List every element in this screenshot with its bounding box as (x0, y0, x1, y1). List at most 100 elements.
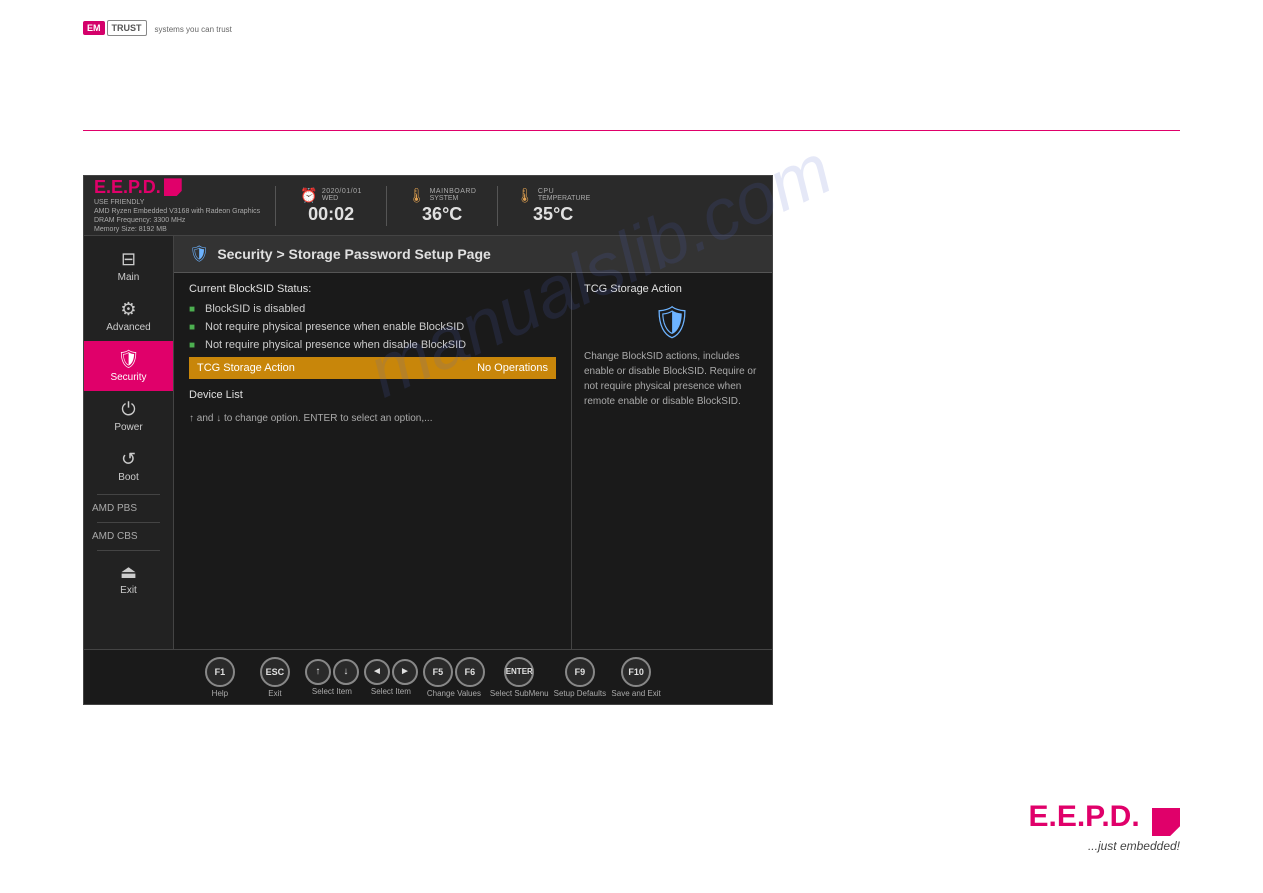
f10-label: Save and Exit (611, 689, 660, 698)
bios-subtitle: USE FRIENDLY AMD Ryzen Embedded V3168 wi… (94, 198, 260, 234)
sidebar-label-exit: Exit (120, 585, 137, 596)
sidebar-label-boot: Boot (118, 472, 139, 483)
advanced-icon: ⚙ (120, 299, 136, 320)
bottom-tagline: ...just embedded! (1028, 839, 1180, 853)
cpu-icon: 🌡 (516, 187, 534, 204)
sidebar-item-main[interactable]: ⊟ Main (84, 241, 173, 291)
sidebar-item-amd-pbs[interactable]: AMD PBS (84, 498, 173, 519)
status-item-1: ■ BlockSID is disabled (189, 303, 556, 315)
sidebar-item-power[interactable]: ⏻ Power (84, 391, 173, 441)
content-right: TCG Storage Action 🛡 Change BlockSID act… (572, 273, 772, 649)
bullet-3: ■ (189, 340, 199, 351)
sidebar-item-boot[interactable]: ↺ Boot (84, 441, 173, 491)
leftright-arrows[interactable]: ◄ ► (364, 659, 418, 685)
cpu-temp: 35°C (533, 204, 573, 225)
logo-e2: E. (111, 177, 128, 197)
sidebar-item-advanced[interactable]: ⚙ Advanced (84, 291, 173, 341)
sidebar-item-security[interactable]: 🛡 Security (84, 341, 173, 391)
exit-icon: ⏏ (120, 562, 137, 583)
logo-p: P. (128, 177, 143, 197)
updown-arrows[interactable]: ↑ ↓ (305, 659, 359, 685)
funckey-updown: ↑ ↓ Select Item (305, 659, 359, 696)
shield-icon: 🛡 (652, 303, 693, 341)
bios-content: Current BlockSID Status: ■ BlockSID is d… (174, 273, 772, 649)
down-btn[interactable]: ↓ (333, 659, 359, 685)
mainboard-block: 🌡 MAINBOARD SYSTEM 36°C (402, 187, 482, 225)
f5f6-label: Change Values (427, 689, 481, 698)
status-item-2: ■ Not require physical presence when ena… (189, 321, 556, 333)
sidebar-label-main: Main (118, 272, 140, 283)
updown-label: Select Item (312, 687, 352, 696)
clock-value: 00:02 (308, 204, 354, 225)
clock-icon: ⏰ (300, 187, 317, 204)
menu-item-tcg[interactable]: TCG Storage Action No Operations (189, 357, 556, 379)
boot-icon: ↺ (121, 449, 136, 470)
enter-btn[interactable]: ENTER (504, 657, 534, 687)
funckey-f9[interactable]: F9 Setup Defaults (554, 657, 606, 698)
bios-body: ⊟ Main ⚙ Advanced 🛡 Security ⏻ Power ↺ B… (84, 236, 772, 649)
status-item-3: ■ Not require physical presence when dis… (189, 339, 556, 351)
security-icon: 🛡 (117, 349, 140, 370)
device-list-title: Device List (189, 389, 556, 401)
sidebar-label-advanced: Advanced (106, 322, 150, 333)
f9-btn[interactable]: F9 (565, 657, 595, 687)
left-btn[interactable]: ◄ (364, 659, 390, 685)
funckey-f1[interactable]: F1 Help (195, 657, 245, 698)
topbar-sep2 (386, 186, 387, 226)
bullet-1: ■ (189, 304, 199, 315)
bullet-2: ■ (189, 322, 199, 333)
clock-block: ⏰ 2020/01/01 WED 00:02 (291, 187, 371, 225)
content-left: Current BlockSID Status: ■ BlockSID is d… (174, 273, 572, 649)
funckey-leftright: ◄ ► Select Item (364, 659, 418, 696)
sidebar-item-amd-cbs[interactable]: AMD CBS (84, 526, 173, 547)
funckey-enter[interactable]: ENTER Select SubMenu (490, 657, 549, 698)
trust-label: TRUST (107, 20, 147, 36)
bios-brand: E.E.P.D. USE FRIENDLY AMD Ryzen Embedded… (94, 177, 260, 234)
funckey-esc[interactable]: ESC Exit (250, 657, 300, 698)
em-label: EM (83, 21, 105, 35)
page-title-icon: 🛡 (189, 244, 209, 264)
bottom-logo-e: E. (1028, 800, 1056, 833)
page-title-bar: 🛡 Security > Storage Password Setup Page (174, 236, 772, 273)
bios-logo-icon (164, 178, 182, 196)
bottom-logo-e2: E. (1057, 800, 1085, 833)
section-title: Current BlockSID Status: (189, 283, 556, 295)
topbar-sep1 (275, 186, 276, 226)
sidebar-label-security: Security (110, 372, 146, 383)
status-text-3: Not require physical presence when disab… (205, 339, 466, 351)
f5-btn[interactable]: F5 (423, 657, 453, 687)
sidebar-sep1 (97, 494, 159, 495)
funckey-f10[interactable]: F10 Save and Exit (611, 657, 661, 698)
nav-hint: ↑ and ↓ to change option. ENTER to selec… (189, 411, 556, 426)
funckey-f5f6: F5 F6 Change Values (423, 657, 485, 698)
main-icon: ⊟ (121, 249, 136, 270)
bottom-logo: E.E.P.D. ...just embedded! (1028, 800, 1180, 853)
header-divider (83, 130, 1180, 131)
sidebar-item-exit[interactable]: ⏏ Exit (84, 554, 173, 604)
bios-topbar: E.E.P.D. USE FRIENDLY AMD Ryzen Embedded… (84, 176, 772, 236)
sidebar-sep3 (97, 550, 159, 551)
f10-btn[interactable]: F10 (621, 657, 651, 687)
f1-label: Help (212, 689, 228, 698)
mainboard-icon: 🌡 (408, 187, 426, 204)
leftright-label: Select Item (371, 687, 411, 696)
f9-label: Setup Defaults (554, 689, 606, 698)
tagline: systems you can trust (155, 25, 232, 34)
em-trust-logo: EM TRUST (83, 20, 147, 36)
sidebar-label-power: Power (114, 422, 142, 433)
bottom-logo-p: P. (1085, 800, 1109, 833)
bottom-logo-d: D. (1110, 800, 1140, 833)
up-btn[interactable]: ↑ (305, 659, 331, 685)
cpu-block: 🌡 CPU TEMPERATURE 35°C (513, 187, 593, 225)
topbar-sep3 (497, 186, 498, 226)
menu-item-value-tcg: No Operations (477, 362, 548, 374)
top-header: EM TRUST systems you can trust (83, 20, 232, 36)
status-text-1: BlockSID is disabled (205, 303, 305, 315)
f6-btn[interactable]: F6 (455, 657, 485, 687)
power-icon: ⏻ (121, 399, 135, 420)
esc-label: Exit (268, 689, 281, 698)
right-btn[interactable]: ► (392, 659, 418, 685)
esc-btn[interactable]: ESC (260, 657, 290, 687)
funckeys-bar: F1 Help ESC Exit ↑ ↓ Select Item ◄ ► Sel… (84, 649, 772, 704)
f1-btn[interactable]: F1 (205, 657, 235, 687)
